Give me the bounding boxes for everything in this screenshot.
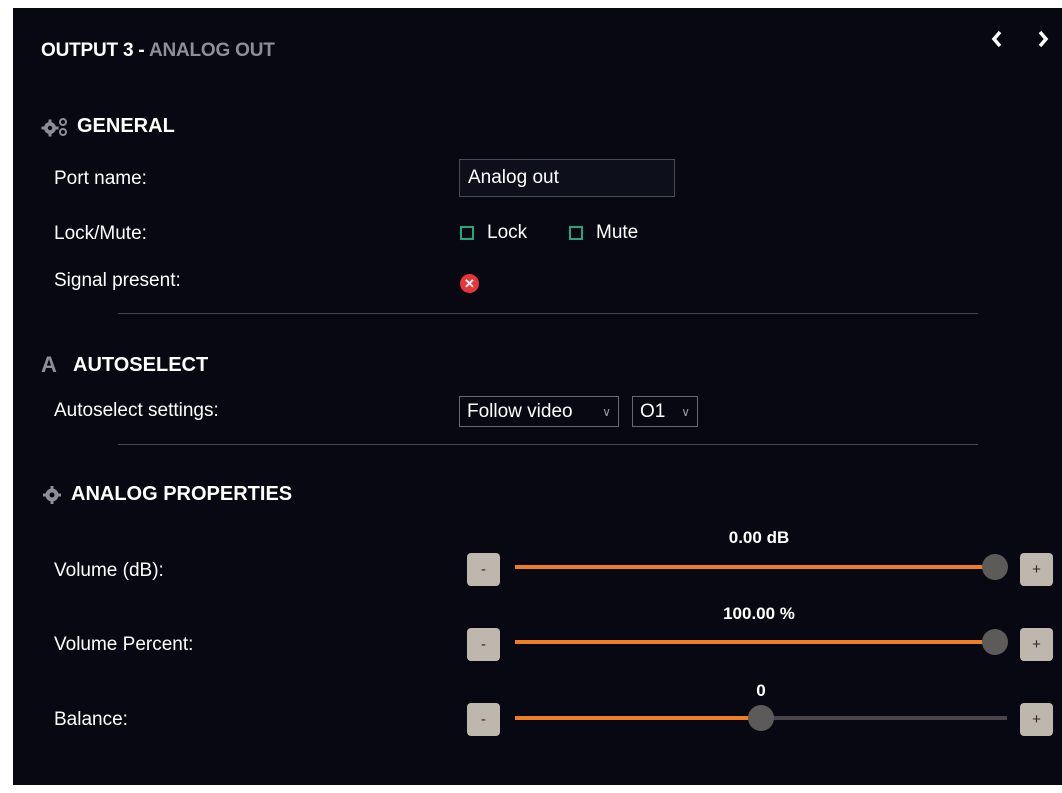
general-section-title: GENERAL bbox=[41, 115, 175, 138]
balance-label: Balance: bbox=[54, 709, 128, 730]
signal-present-label: Signal present: bbox=[54, 270, 181, 291]
chevron-down-icon: ∨ bbox=[602, 404, 611, 419]
volume-percent-label: Volume Percent: bbox=[54, 634, 194, 655]
autoselect-title-text: AUTOSELECT bbox=[73, 353, 209, 376]
autoselect-mode-select[interactable]: Follow video ∨ bbox=[459, 396, 619, 427]
lock-checkbox-group[interactable]: Lock bbox=[460, 222, 527, 244]
balance-slider-track[interactable] bbox=[515, 705, 1007, 731]
analog-properties-title-text: ANALOG PROPERTIES bbox=[71, 483, 293, 505]
lock-label: Lock bbox=[487, 222, 528, 243]
volume-db-slider-fill bbox=[515, 565, 995, 569]
error-x-icon: ✕ bbox=[460, 274, 479, 293]
volume-db-slider-track[interactable] bbox=[515, 554, 1008, 580]
volume-percent-decrease-button[interactable]: - bbox=[467, 628, 500, 661]
volume-percent-slider-thumb[interactable] bbox=[982, 629, 1008, 655]
divider bbox=[118, 313, 978, 314]
balance-increase-button[interactable]: + bbox=[1020, 703, 1053, 736]
volume-db-slider-thumb[interactable] bbox=[982, 554, 1008, 580]
output-panel: OUTPUT 3 - ANALOG OUT GENERAL Port name:… bbox=[13, 8, 1062, 785]
lock-mute-label: Lock/Mute: bbox=[54, 223, 147, 244]
port-name-input[interactable] bbox=[459, 159, 675, 197]
autoselect-settings-label: Autoselect settings: bbox=[54, 400, 219, 421]
balance-decrease-button[interactable]: - bbox=[467, 703, 500, 736]
autoselect-mode-value: Follow video bbox=[467, 400, 573, 422]
title-main: OUTPUT 3 - bbox=[41, 40, 149, 61]
gears-icon bbox=[41, 117, 69, 137]
chevron-left-icon bbox=[991, 30, 1002, 48]
general-title-text: GENERAL bbox=[77, 115, 175, 137]
volume-db-decrease-button[interactable]: - bbox=[467, 553, 500, 586]
title-subtitle: ANALOG OUT bbox=[148, 40, 275, 61]
volume-db-value: 0.00 dB bbox=[728, 528, 790, 547]
volume-percent-slider-fill bbox=[515, 640, 995, 644]
page-title: OUTPUT 3 - ANALOG OUT bbox=[41, 40, 275, 62]
volume-db-label: Volume (dB): bbox=[54, 560, 164, 581]
balance-value: 0 bbox=[756, 681, 766, 700]
lock-checkbox[interactable] bbox=[460, 226, 474, 240]
autoselect-section-title: A AUTOSELECT bbox=[41, 352, 208, 378]
chevron-down-icon: ∨ bbox=[681, 404, 690, 419]
volume-percent-value: 100.00 % bbox=[723, 604, 795, 623]
volume-percent-slider-track[interactable] bbox=[515, 629, 1008, 655]
autoselect-source-select[interactable]: O1 ∨ bbox=[632, 396, 698, 427]
next-button[interactable] bbox=[1032, 27, 1054, 51]
port-name-label: Port name: bbox=[54, 168, 147, 189]
mute-label: Mute bbox=[596, 222, 639, 243]
mute-checkbox[interactable] bbox=[569, 226, 583, 240]
balance-slider-thumb[interactable] bbox=[748, 705, 774, 731]
chevron-right-icon bbox=[1038, 30, 1049, 48]
volume-db-increase-button[interactable]: + bbox=[1020, 553, 1053, 586]
analog-properties-section-title: ANALOG PROPERTIES bbox=[41, 483, 292, 506]
letter-a-icon: A bbox=[41, 352, 57, 377]
divider bbox=[118, 444, 978, 445]
autoselect-source-value: O1 bbox=[640, 400, 666, 422]
prev-button[interactable] bbox=[986, 27, 1008, 51]
balance-slider-fill bbox=[515, 716, 761, 720]
mute-checkbox-group[interactable]: Mute bbox=[569, 222, 638, 244]
gear-icon bbox=[41, 485, 63, 505]
volume-percent-increase-button[interactable]: + bbox=[1020, 628, 1053, 661]
